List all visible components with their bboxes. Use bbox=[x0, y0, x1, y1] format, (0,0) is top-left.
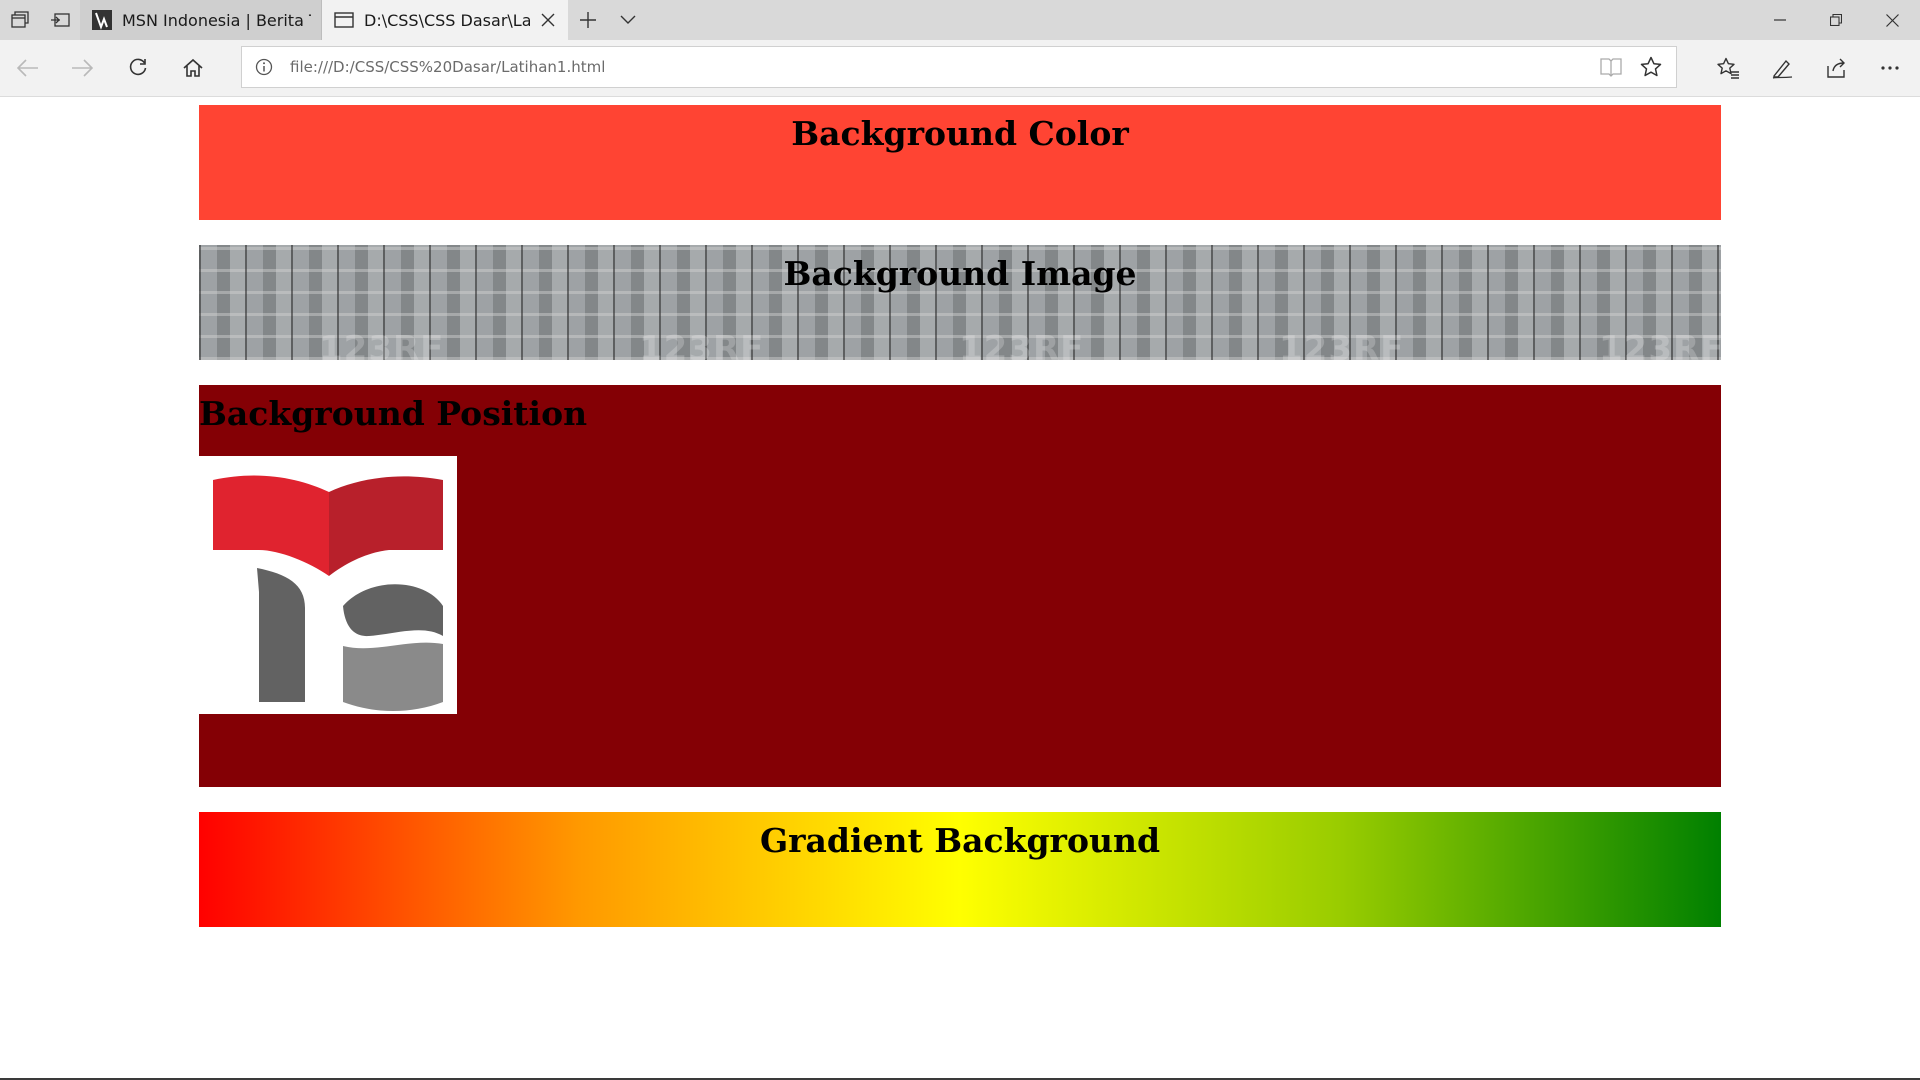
watermark-text: 123RF bbox=[1599, 329, 1721, 360]
watermark-text: 123RF bbox=[1279, 329, 1405, 360]
address-bar[interactable]: file:///D:/CSS/CSS%20Dasar/Latihan1.html bbox=[241, 46, 1677, 88]
forward-arrow-icon[interactable] bbox=[62, 48, 102, 88]
page-icon bbox=[334, 10, 354, 30]
back-arrow-icon[interactable] bbox=[8, 48, 48, 88]
section-heading: Background Image bbox=[783, 254, 1137, 293]
background-position-section: Background Position bbox=[199, 385, 1721, 787]
tab-actions-icon[interactable] bbox=[0, 0, 40, 40]
refresh-icon[interactable] bbox=[118, 48, 158, 88]
page-viewport: Background Color 123RF 123RF 123RF 123RF… bbox=[0, 97, 1920, 1080]
share-icon[interactable] bbox=[1816, 48, 1856, 88]
chevron-down-icon[interactable] bbox=[608, 0, 648, 40]
watermark-text: 123RF bbox=[959, 329, 1085, 360]
tab-msn[interactable]: MSN Indonesia | Berita Terk bbox=[80, 0, 322, 40]
pen-icon[interactable] bbox=[1762, 48, 1802, 88]
tab-latihan[interactable]: D:\CSS\CSS Dasar\Latih bbox=[322, 0, 568, 40]
more-icon[interactable] bbox=[1870, 48, 1910, 88]
background-color-section: Background Color bbox=[199, 105, 1721, 220]
plus-icon[interactable] bbox=[568, 0, 608, 40]
set-aside-tabs-icon[interactable] bbox=[40, 0, 80, 40]
msn-icon bbox=[92, 10, 112, 30]
star-icon[interactable] bbox=[1640, 56, 1662, 78]
reading-view-icon[interactable] bbox=[1600, 57, 1622, 77]
close-window-icon[interactable] bbox=[1864, 0, 1920, 40]
minimize-icon[interactable] bbox=[1752, 0, 1808, 40]
navigation-bar: file:///D:/CSS/CSS%20Dasar/Latihan1.html bbox=[0, 40, 1920, 97]
section-heading: Background Color bbox=[791, 114, 1129, 153]
window-controls bbox=[1752, 0, 1920, 40]
tab-strip: MSN Indonesia | Berita Terk D:\CSS\CSS D… bbox=[0, 0, 1920, 40]
restore-icon[interactable] bbox=[1808, 0, 1864, 40]
tab-title: D:\CSS\CSS Dasar\Latih bbox=[364, 10, 530, 30]
background-image-section: 123RF 123RF 123RF 123RF 123RF Background… bbox=[199, 245, 1721, 360]
gradient-background-section: Gradient Background bbox=[199, 812, 1721, 927]
url-text[interactable]: file:///D:/CSS/CSS%20Dasar/Latihan1.html bbox=[290, 58, 605, 76]
section-heading: Gradient Background bbox=[759, 821, 1161, 860]
info-icon[interactable] bbox=[254, 57, 274, 77]
home-icon[interactable] bbox=[173, 48, 213, 88]
favorites-list-icon[interactable] bbox=[1708, 48, 1748, 88]
tab-title: MSN Indonesia | Berita Terk bbox=[122, 10, 311, 30]
logo-image bbox=[199, 456, 457, 714]
close-icon[interactable] bbox=[538, 10, 558, 30]
section-heading: Background Position bbox=[199, 394, 588, 433]
watermark-text: 123RF bbox=[319, 329, 445, 360]
watermark-text: 123RF bbox=[639, 329, 765, 360]
